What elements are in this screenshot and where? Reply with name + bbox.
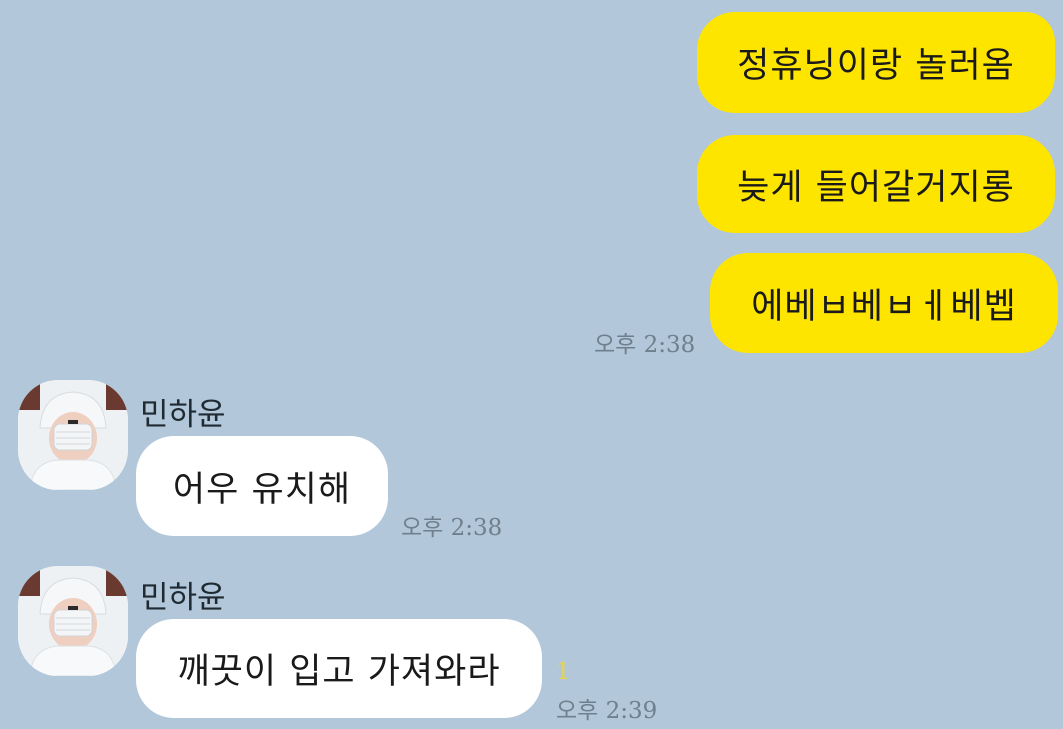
message-text: 에베ㅂ베ㅂㅔ베벱 [751, 286, 1017, 327]
sender-name: 민하윤 [140, 397, 226, 433]
outgoing-message-bubble[interactable]: 정휴닝이랑 놀러옴 [697, 12, 1055, 113]
incoming-message-bubble[interactable]: 어우 유치해 [136, 436, 388, 536]
incoming-message-bubble[interactable]: 깨끗이 입고 가져와라 [136, 619, 542, 718]
message-text: 깨끗이 입고 가져와라 [177, 652, 501, 692]
message-text: 정휴닝이랑 놀러옴 [737, 46, 1015, 86]
outgoing-message-bubble[interactable]: 에베ㅂ베ㅂㅔ베벱 [710, 253, 1058, 353]
sender-name: 민하윤 [140, 580, 226, 616]
masked-person-icon [18, 380, 128, 490]
message-text: 늦게 들어갈거지롱 [737, 167, 1015, 208]
message-timestamp: 오후 2:38 [401, 515, 503, 541]
message-text: 어우 유치해 [172, 469, 352, 510]
unread-count: 1 [556, 659, 571, 685]
message-timestamp: 오후 2:38 [594, 332, 696, 358]
outgoing-message-bubble[interactable]: 늦게 들어갈거지롱 [697, 135, 1055, 233]
sender-avatar[interactable] [18, 566, 128, 676]
sender-avatar[interactable] [18, 380, 128, 490]
masked-person-icon [18, 566, 128, 676]
message-timestamp: 오후 2:39 [556, 698, 658, 724]
